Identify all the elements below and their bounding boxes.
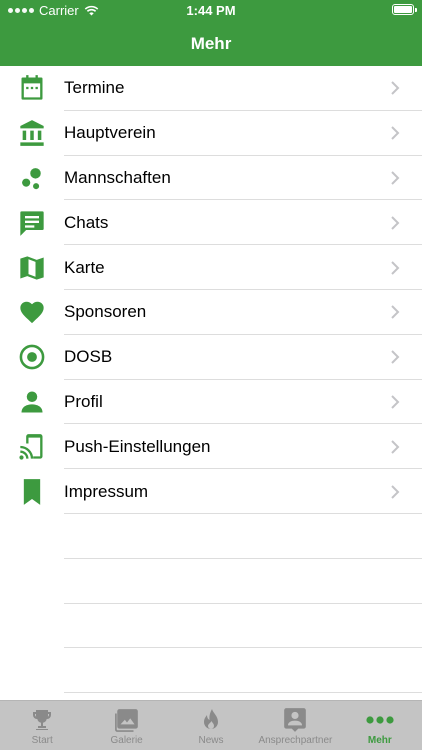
flame-icon xyxy=(197,706,225,734)
menu-item-profil[interactable]: Profil xyxy=(0,380,422,425)
empty-row xyxy=(0,559,422,604)
bank-icon xyxy=(16,117,48,149)
battery-icon xyxy=(392,4,417,15)
page-title: Mehr xyxy=(190,34,232,53)
empty-row xyxy=(0,514,422,559)
chevron-right-icon xyxy=(391,81,400,96)
tab-label: Ansprechpartner xyxy=(258,735,333,746)
chevron-right-icon xyxy=(391,305,400,320)
menu-item-label: Impressum xyxy=(64,481,149,501)
menu-item-label: Sponsoren xyxy=(64,302,147,322)
gallery-icon xyxy=(113,706,141,734)
contact-icon xyxy=(281,706,309,734)
trophy-icon xyxy=(28,706,56,734)
tab-ansprechpartner[interactable]: Ansprechpartner xyxy=(253,701,337,750)
chevron-right-icon xyxy=(391,484,400,499)
menu-item-label: DOSB xyxy=(64,347,113,367)
chevron-right-icon xyxy=(391,260,400,275)
heart-icon xyxy=(16,296,48,328)
tab-label: News xyxy=(198,735,224,746)
menu-item-dosb[interactable]: DOSB xyxy=(0,335,422,380)
menu-item-push-einstellungen[interactable]: Push-Einstellungen xyxy=(0,424,422,470)
calendar-icon xyxy=(16,72,48,104)
menu-item-label: Profil xyxy=(64,391,103,411)
target-icon xyxy=(16,341,48,373)
bubbles-icon xyxy=(16,162,48,194)
chevron-right-icon xyxy=(391,350,400,364)
menu-item-label: Push-Einstellungen xyxy=(64,436,211,456)
menu-item-karte[interactable]: Karte xyxy=(0,245,422,290)
menu-item-sponsoren[interactable]: Sponsoren xyxy=(0,290,422,335)
tab-start[interactable]: Start xyxy=(0,701,84,750)
tab-label: Galerie xyxy=(110,735,143,746)
menu-item-label: Termine xyxy=(64,78,125,98)
chevron-right-icon xyxy=(391,216,400,230)
menu-item-hauptverein[interactable]: Hauptverein xyxy=(0,111,422,156)
status-bar: Carrier 1:44 PM xyxy=(0,0,422,22)
menu-list: Termine Hauptverein Mannschaften Chats K… xyxy=(0,66,422,700)
chevron-right-icon xyxy=(391,395,400,409)
chevron-right-icon xyxy=(391,440,400,454)
menu-item-impressum[interactable]: Impressum xyxy=(0,469,422,514)
tab-label: Mehr xyxy=(367,735,392,746)
menu-item-chats[interactable]: Chats xyxy=(0,200,422,246)
tab-bar: Start Galerie News Ansprechpartner Mehr xyxy=(0,700,422,750)
tab-galerie[interactable]: Galerie xyxy=(84,701,168,750)
status-time: 1:44 PM xyxy=(186,3,236,18)
bookmark-icon xyxy=(16,476,48,508)
chevron-right-icon xyxy=(391,126,400,140)
menu-item-label: Chats xyxy=(64,212,109,232)
cast-icon xyxy=(16,431,48,463)
menu-item-termine[interactable]: Termine xyxy=(0,66,422,111)
chat-icon xyxy=(16,207,48,239)
chevron-right-icon xyxy=(391,171,400,185)
menu-item-label: Hauptverein xyxy=(64,123,156,143)
navigation-bar: Mehr xyxy=(0,22,422,66)
tab-label: Start xyxy=(31,735,53,746)
empty-row xyxy=(0,604,422,649)
empty-row xyxy=(0,648,422,694)
tab-news[interactable]: News xyxy=(169,701,253,750)
person-icon xyxy=(16,386,48,418)
menu-item-mannschaften[interactable]: Mannschaften xyxy=(0,156,422,201)
map-icon xyxy=(16,252,48,284)
menu-item-label: Mannschaften xyxy=(64,167,171,187)
menu-item-label: Karte xyxy=(64,257,105,277)
more-icon xyxy=(366,706,394,734)
tab-mehr[interactable]: Mehr xyxy=(338,701,422,750)
